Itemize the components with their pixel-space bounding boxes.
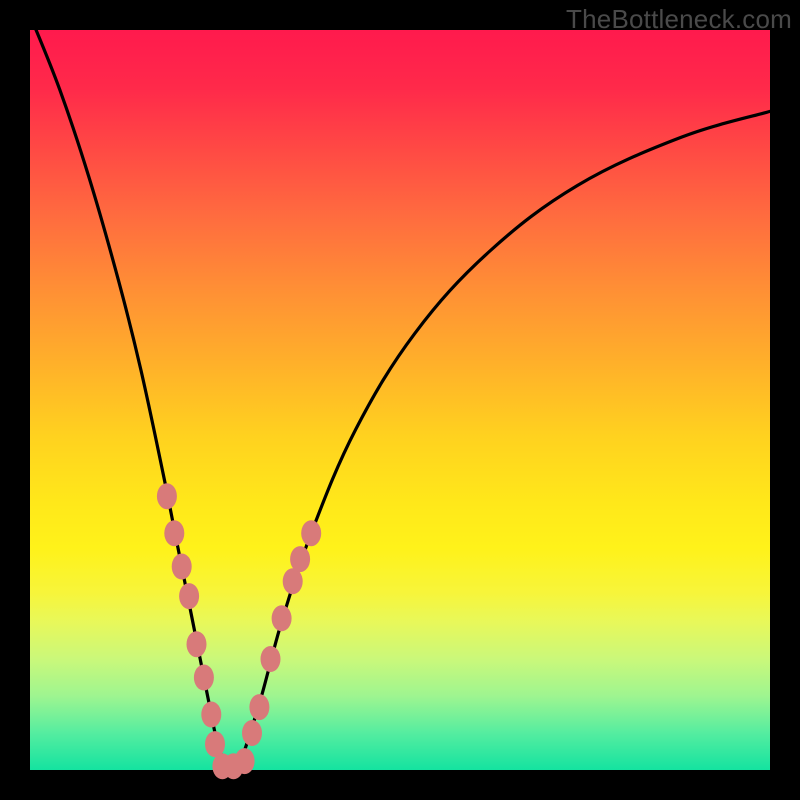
data-bead	[235, 748, 255, 774]
data-bead	[205, 731, 225, 757]
data-beads-group	[157, 483, 321, 779]
data-bead	[187, 631, 207, 657]
bottleneck-curve	[30, 15, 770, 776]
data-bead	[164, 520, 184, 546]
data-bead	[172, 554, 192, 580]
data-bead	[194, 665, 214, 691]
data-bead	[272, 605, 292, 631]
data-bead	[283, 568, 303, 594]
data-bead	[290, 546, 310, 572]
data-bead	[242, 720, 262, 746]
data-bead	[249, 694, 269, 720]
plot-area	[30, 30, 770, 770]
data-bead	[301, 520, 321, 546]
chart-frame: TheBottleneck.com	[0, 0, 800, 800]
data-bead	[201, 702, 221, 728]
data-bead	[261, 646, 281, 672]
watermark-label: TheBottleneck.com	[566, 4, 792, 35]
data-bead	[157, 483, 177, 509]
data-bead	[179, 583, 199, 609]
curve-svg	[30, 30, 770, 770]
